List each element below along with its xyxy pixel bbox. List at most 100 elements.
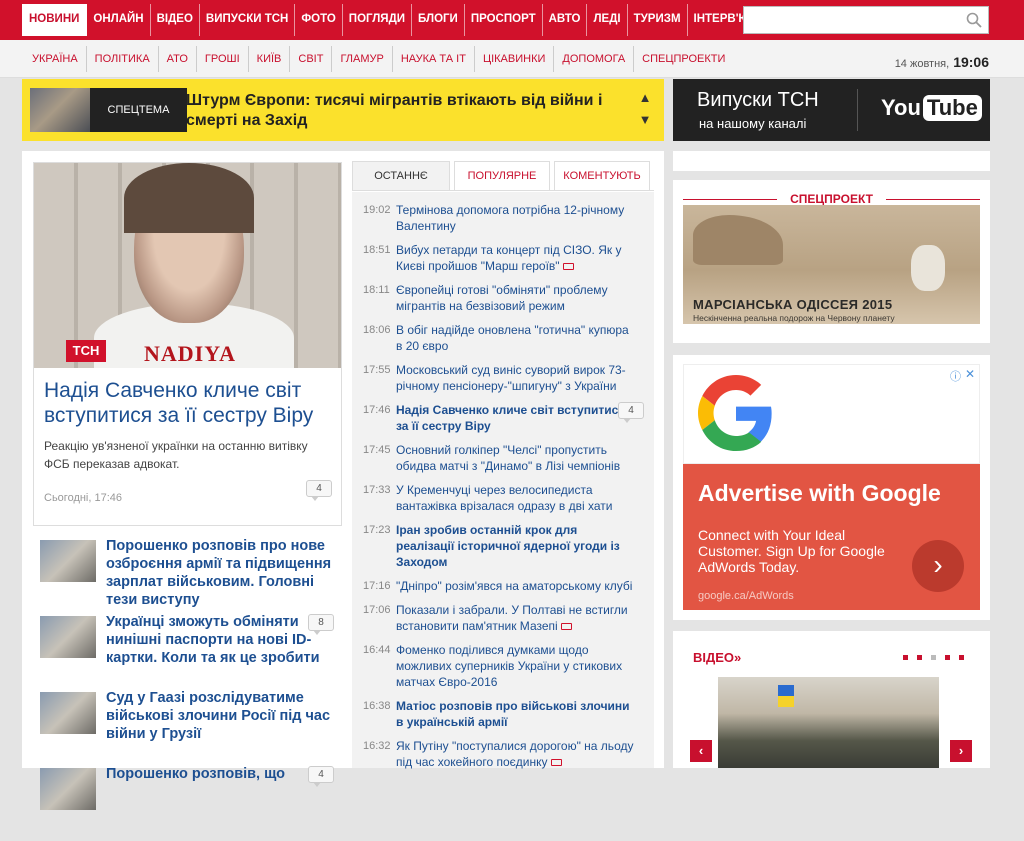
tab-latest[interactable]: Останнє <box>352 161 450 190</box>
feed-item[interactable]: 16:38 Матіос розповів про військові злочи… <box>352 696 654 736</box>
feed-item-title[interactable]: Іран зробив останній крок для реалізації… <box>396 522 634 570</box>
news-title[interactable]: Суд у Гаазі розслідуватиме військові зло… <box>106 689 338 743</box>
youtube-banner[interactable]: Випуски ТСН на нашому каналі You Tube <box>673 79 990 141</box>
subnav-item-politics[interactable]: Політика <box>87 46 159 72</box>
feed-item-time: 17:06 <box>363 604 391 616</box>
feed-item-text: Термінова допомога потрібна 12-річному В… <box>396 203 625 233</box>
list-item[interactable]: Порошенко розповів, що 4 <box>40 765 340 841</box>
tab-commented[interactable]: Коментують <box>554 161 650 190</box>
feed-item-title[interactable]: Як Путіну "поступалися дорогою" на льоду… <box>396 738 634 770</box>
feed-item[interactable]: 18:06 В обіг надійде оновлена "готична" к… <box>352 320 654 360</box>
nav-item-prosport[interactable]: Проспорт <box>465 4 543 36</box>
ad-logo-area[interactable]: ⓘ ✕ <box>683 364 980 464</box>
news-thumbnail[interactable] <box>40 616 96 658</box>
nav-item-opinions[interactable]: Погляди <box>343 4 413 36</box>
carousel-prev-button[interactable]: ‹ <box>690 740 712 762</box>
subnav-item-help[interactable]: Допомога <box>554 46 635 72</box>
list-item[interactable]: Порошенко розповів про нове озброєння ар… <box>40 537 340 613</box>
search-icon[interactable] <box>966 12 982 28</box>
feed-item-title[interactable]: Надія Савченко кличе світ вступитися за … <box>396 402 634 434</box>
special-theme-headline[interactable]: Штурм Європи: тисячі мігрантів втікають … <box>186 91 626 131</box>
ad-body[interactable]: Advertise with Google Connect with Your … <box>683 464 980 610</box>
feed-item[interactable]: 17:46 Надія Савченко кличе світ вступитис… <box>352 400 654 440</box>
feed-item-title[interactable]: Московський суд виніс суворий вирок 73-р… <box>396 362 634 394</box>
feed-item-title[interactable]: Європейці готові "обміняти" проблему міг… <box>396 282 634 314</box>
nav-item-news[interactable]: Новини <box>22 4 88 36</box>
carousel-dot[interactable] <box>945 655 950 660</box>
subnav-item-science-it[interactable]: Наука та ІТ <box>393 46 475 72</box>
comment-count-badge[interactable]: 4 <box>306 480 332 501</box>
subnav-item-ukraine[interactable]: Україна <box>24 46 87 72</box>
feed-item[interactable]: 17:23 Іран зробив останній крок для реалі… <box>352 520 654 576</box>
subnav-item-curious[interactable]: Цікавинки <box>475 46 555 72</box>
subnav-item-money[interactable]: Гроші <box>197 46 249 72</box>
chevron-up-icon[interactable]: ▲ <box>634 87 656 109</box>
feed-item[interactable]: 17:33 У Кременчуці через велосипедиста ва… <box>352 480 654 520</box>
carousel-dot[interactable] <box>917 655 922 660</box>
lead-story-image[interactable]: ТСН NADIYA <box>34 163 341 368</box>
ad-url[interactable]: google.ca/AdWords <box>698 590 794 602</box>
video-block-header[interactable]: Відео» <box>693 650 741 665</box>
carousel-dot[interactable] <box>931 655 936 660</box>
feed-item[interactable]: 18:51 Вибух петарди та концерт під СІЗО. … <box>352 240 654 280</box>
nav-item-lady[interactable]: Леді <box>587 4 628 36</box>
ad-close-icon[interactable]: ✕ <box>965 367 975 381</box>
feed-item[interactable]: 17:16 "Дніпро" розім'явся на аматорському… <box>352 576 654 600</box>
comment-count-badge[interactable]: 8 <box>308 614 334 635</box>
ad-info-icon[interactable]: ⓘ <box>950 368 961 384</box>
carousel-next-button[interactable]: › <box>950 740 972 762</box>
ad-arrow-button[interactable]: › <box>912 540 964 592</box>
feed-item-text: Європейці готові "обміняти" проблему міг… <box>396 283 608 313</box>
subnav-item-glamour[interactable]: Гламур <box>332 46 393 72</box>
feed-item[interactable]: 18:11 Європейці готові "обміняти" проблем… <box>352 280 654 320</box>
feed-item-title[interactable]: У Кременчуці через велосипедиста вантажі… <box>396 482 634 514</box>
nav-item-blogs[interactable]: Блоги <box>412 4 465 36</box>
ad-headline[interactable]: Advertise with Google <box>698 480 941 507</box>
feed-item-title[interactable]: Вибух петарди та концерт під СІЗО. Як у … <box>396 242 634 274</box>
feed-item[interactable]: 16:44 Фоменко поділився думками щодо можл… <box>352 640 654 696</box>
video-thumbnail[interactable] <box>718 677 939 768</box>
nav-item-auto[interactable]: Авто <box>543 4 588 36</box>
search-input[interactable] <box>744 7 954 33</box>
feed-item-time: 16:32 <box>363 740 391 752</box>
chevron-down-icon[interactable]: ▼ <box>634 109 656 131</box>
nav-item-tourism[interactable]: Туризм <box>628 4 688 36</box>
nav-item-photo[interactable]: Фото <box>295 4 343 36</box>
feed-item[interactable]: 17:06 Показали і забрали. У Полтаві не вс… <box>352 600 654 640</box>
feed-item-title[interactable]: Матіос розповів про військові злочини в … <box>396 698 634 730</box>
feed-item[interactable]: 19:02 Термінова допомога потрібна 12-річн… <box>352 200 654 240</box>
feed-item[interactable]: 16:32 Як Путіну "поступалися дорогою" на … <box>352 736 654 776</box>
feed-item-time: 17:33 <box>363 484 391 496</box>
feed-item-title[interactable]: В обіг надійде оновлена "готична" купюра… <box>396 322 634 354</box>
comment-count-badge[interactable]: 4 <box>618 402 644 423</box>
news-thumbnail[interactable] <box>40 768 96 810</box>
nav-item-video[interactable]: Відео <box>151 4 200 36</box>
special-theme-banner[interactable]: Спецтема Штурм Європи: тисячі мігрантів … <box>22 79 664 141</box>
news-thumbnail[interactable] <box>40 692 96 734</box>
subnav-item-world[interactable]: Світ <box>290 46 333 72</box>
carousel-dot[interactable] <box>903 655 908 660</box>
subnav-item-ato[interactable]: АТО <box>159 46 197 72</box>
nav-item-online[interactable]: Онлайн <box>87 4 151 36</box>
special-project-image[interactable]: МАРСІАНСЬКА ОДІССЕЯ 2015 Нескінченна реа… <box>683 205 980 324</box>
feed-item-title[interactable]: Фоменко поділився думками щодо можливих … <box>396 642 634 690</box>
feed-item-title[interactable]: Показали і забрали. У Полтаві не встигли… <box>396 602 634 634</box>
nav-item-tsn-episodes[interactable]: Випуски ТСН <box>200 4 296 36</box>
feed-item-title[interactable]: Термінова допомога потрібна 12-річному В… <box>396 202 634 234</box>
tab-popular[interactable]: Популярне <box>454 161 550 190</box>
comment-count-badge[interactable]: 4 <box>308 766 334 787</box>
feed-item-title[interactable]: Основний голкіпер "Челсі" пропустить оби… <box>396 442 634 474</box>
lead-story-title[interactable]: Надія Савченко кличе світ вступитися за … <box>44 378 334 428</box>
feed-item[interactable]: 17:55 Московський суд виніс суворий вирок… <box>352 360 654 400</box>
list-item[interactable]: Українці зможуть обміняти нинішні паспор… <box>40 613 340 689</box>
carousel-dots <box>894 655 964 660</box>
news-title[interactable]: Порошенко розповів про нове озброєння ар… <box>106 537 338 609</box>
subnav-item-kyiv[interactable]: Київ <box>249 46 291 72</box>
subnav-item-special-projects[interactable]: Спецпроекти <box>634 46 733 72</box>
feed-item-title[interactable]: "Дніпро" розім'явся на аматорському клуб… <box>396 578 634 594</box>
carousel-dot[interactable] <box>959 655 964 660</box>
feed-item[interactable]: 17:45 Основний голкіпер "Челсі" пропустит… <box>352 440 654 480</box>
news-thumbnail[interactable] <box>40 540 96 582</box>
list-item[interactable]: Суд у Гаазі розслідуватиме військові зло… <box>40 689 340 765</box>
news-title[interactable]: Українці зможуть обміняти нинішні паспор… <box>106 613 338 667</box>
